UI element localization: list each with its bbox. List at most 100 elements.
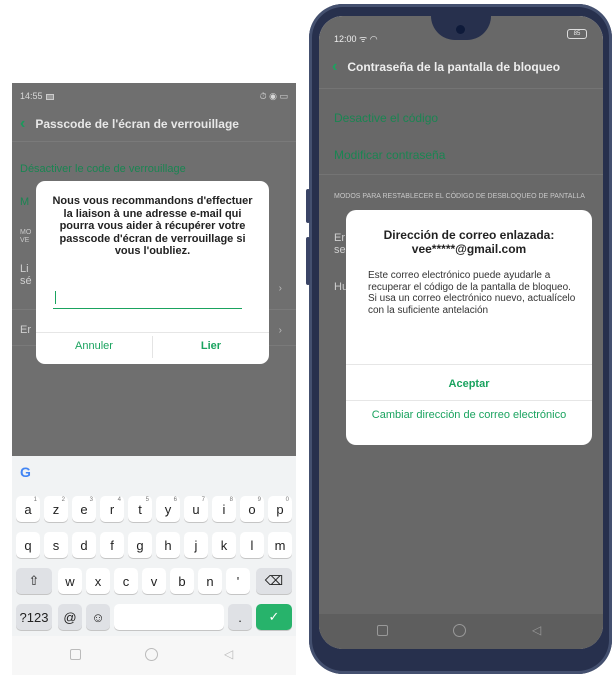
home-icon[interactable] (453, 624, 466, 637)
recents-icon[interactable] (70, 649, 81, 660)
key-z[interactable]: z2 (44, 496, 68, 522)
status-time: 12:00 (334, 34, 357, 44)
divider (319, 174, 603, 175)
section-header: MODOS PARA RESTABLECER EL CÓDIGO DE DESB… (334, 193, 585, 200)
key-m[interactable]: m (268, 532, 292, 558)
camera-icon (456, 25, 465, 34)
dialog-message: Este correo electrónico puede ayudarle a… (368, 270, 576, 316)
period-key[interactable]: . (228, 604, 252, 630)
key-l[interactable]: l (240, 532, 264, 558)
key-h[interactable]: h (156, 532, 180, 558)
at-key[interactable]: @ (58, 604, 82, 630)
cancel-button[interactable]: Annuler (36, 340, 152, 352)
disable-passcode-item[interactable]: Désactiver le code de verrouillage (20, 163, 186, 175)
key-y[interactable]: y6 (156, 496, 180, 522)
section-header-line: VE (20, 237, 30, 244)
back-arrow-icon[interactable]: ‹ (20, 116, 25, 132)
signal-icon: ᯤ ◠ (359, 34, 378, 44)
shift-key[interactable]: ⇧ (16, 568, 52, 594)
key-e[interactable]: e3 (72, 496, 96, 522)
change-email-button[interactable]: Cambiar dirección de correo electrónico (366, 409, 572, 422)
key-j[interactable]: j (184, 532, 208, 558)
status-bar: 12:00 ᯤ ◠ (334, 32, 378, 45)
google-logo-icon[interactable]: G (20, 464, 31, 480)
disable-code-item[interactable]: Desactive el código (334, 111, 438, 125)
key-s[interactable]: s (44, 532, 68, 558)
key-o[interactable]: o9 (240, 496, 264, 522)
navigation-bar: ◁ (12, 636, 296, 675)
key-f[interactable]: f (100, 532, 124, 558)
key-x[interactable]: x (86, 568, 110, 594)
divider (319, 88, 603, 89)
back-icon[interactable]: ◁ (532, 623, 541, 637)
email-input[interactable] (53, 283, 242, 309)
page-header: ‹ Passcode de l'écran de verrouillage (20, 116, 239, 132)
enter-key[interactable]: ✓ (256, 604, 292, 630)
linked-email-dialog: Dirección de correo enlazada: vee*****@g… (346, 210, 592, 445)
left-screen: 14:55 ⏱ ◉ ▭ ‹ Passcode de l'écran de ver… (12, 83, 296, 675)
key-u[interactable]: u7 (184, 496, 208, 522)
link-email-item[interactable]: Li sé (20, 263, 32, 287)
key-k[interactable]: k (212, 532, 236, 558)
key-a[interactable]: a1 (16, 496, 40, 522)
page-header: ‹ Contraseña de la pantalla de bloqueo (332, 59, 561, 75)
key-d[interactable]: d (72, 532, 96, 558)
key-n[interactable]: n (198, 568, 222, 594)
navigation-bar: ◁ (319, 614, 603, 649)
home-icon[interactable] (145, 648, 158, 661)
recents-icon[interactable] (377, 625, 388, 636)
section-header-line: MO (20, 229, 32, 236)
emoji-key[interactable]: ☺ (86, 604, 110, 630)
symbols-key[interactable]: ?123 (16, 604, 52, 630)
image-notification-icon (46, 94, 54, 100)
text-cursor (55, 291, 56, 304)
page-title: Contraseña de la pantalla de bloqueo (347, 60, 561, 74)
key-i[interactable]: i8 (212, 496, 236, 522)
phone-frame: 12:00 ᯤ ◠ 85 ‹ Contraseña de la pantalla… (306, 4, 612, 674)
battery-icon: 85 (567, 29, 587, 39)
link-button[interactable]: Lier (153, 340, 269, 352)
key-g[interactable]: g (128, 532, 152, 558)
volume-button (306, 237, 310, 285)
modify-password-item[interactable]: Modificar contraseña (334, 148, 445, 162)
dialog-title-line: Dirección de correo enlazada: (383, 228, 555, 242)
status-icons: ⏱ ◉ ▭ (259, 91, 288, 101)
back-icon[interactable]: ◁ (224, 647, 233, 661)
dialog-title: Dirección de correo enlazada: vee*****@g… (356, 228, 582, 256)
link-email-dialog: Nous vous recommandons d'effectuer la li… (36, 181, 269, 364)
key-b[interactable]: b (170, 568, 194, 594)
dialog-buttons: Annuler Lier (36, 332, 269, 362)
divider (346, 400, 592, 401)
email-item-label: se (334, 244, 346, 256)
key-apostrophe[interactable]: ' (226, 568, 250, 594)
key-q[interactable]: q (16, 532, 40, 558)
linked-email-address: vee*****@gmail.com (411, 242, 527, 256)
key-p[interactable]: p0 (268, 496, 292, 522)
chevron-right-icon: › (278, 283, 282, 294)
status-bar: 14:55 ⏱ ◉ ▭ (20, 91, 288, 105)
dialog-message: Nous vous recommandons d'effectuer la li… (52, 195, 253, 257)
status-time: 14:55 (20, 91, 43, 101)
volume-button (306, 189, 310, 223)
chevron-right-icon: › (278, 325, 282, 336)
divider (12, 141, 296, 142)
back-arrow-icon[interactable]: ‹ (332, 59, 337, 75)
key-v[interactable]: v (142, 568, 166, 594)
key-w[interactable]: w (58, 568, 82, 594)
page-title: Passcode de l'écran de verrouillage (35, 117, 239, 131)
accept-button[interactable]: Aceptar (346, 378, 592, 390)
modify-passcode-item[interactable]: M (20, 196, 29, 208)
on-screen-keyboard: G a 1 z 2 e 3 r 4 t 5 y 6 u 7 i 8 o 9 p 0 q s d f g h j k l m ⇧ w x c v b n '… (12, 456, 296, 636)
email-item[interactable]: Er (20, 324, 31, 336)
key-r[interactable]: r4 (100, 496, 124, 522)
link-email-label: sé (20, 275, 32, 287)
space-key[interactable] (114, 604, 224, 630)
key-t[interactable]: t5 (128, 496, 152, 522)
key-c[interactable]: c (114, 568, 138, 594)
email-item-label: Er (334, 232, 345, 244)
section-header-fragment: MO VE (20, 229, 31, 245)
email-item[interactable]: Er se (334, 232, 346, 256)
right-screen: 12:00 ᯤ ◠ 85 ‹ Contraseña de la pantalla… (319, 16, 603, 649)
backspace-key[interactable]: ⌫ (256, 568, 292, 594)
divider (346, 364, 592, 365)
